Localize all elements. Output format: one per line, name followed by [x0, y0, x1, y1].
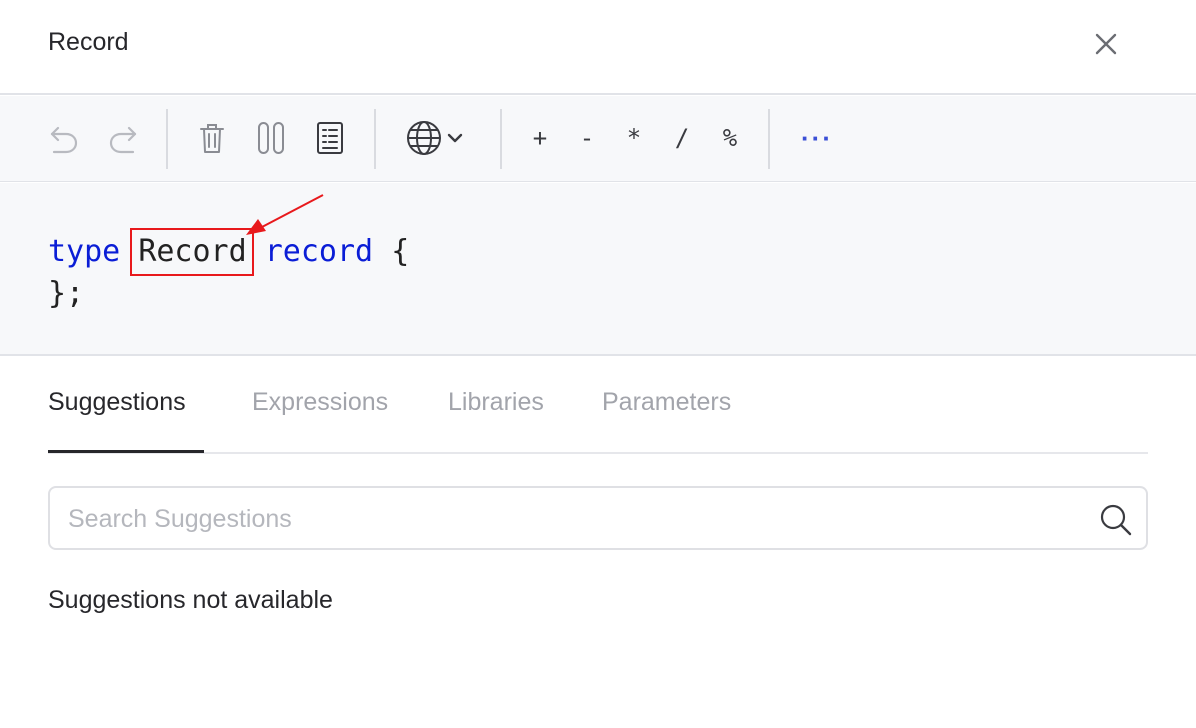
globe-icon: [407, 121, 441, 155]
tab-expressions[interactable]: Expressions: [252, 388, 388, 452]
more-options-button[interactable]: ···: [794, 116, 840, 160]
code-editor[interactable]: type Record record { };: [0, 183, 1196, 356]
search-box: [48, 486, 1148, 550]
annotation-arrow-icon: [246, 194, 324, 235]
active-tab-indicator: [48, 450, 204, 453]
delete-icon: [200, 124, 224, 153]
pause-button[interactable]: [251, 116, 291, 160]
toolbar-separator: [768, 109, 770, 169]
format-icon: [317, 122, 343, 154]
dialog-header: Record: [0, 0, 1196, 95]
language-dropdown[interactable]: [400, 116, 470, 160]
toolbar-separator: [374, 109, 376, 169]
chevron-down-icon: [447, 133, 463, 143]
pause-icon: [258, 122, 284, 154]
operator-modulo-button[interactable]: %: [712, 116, 748, 160]
operator-divide-button[interactable]: /: [664, 116, 700, 160]
tab-bar: Suggestions Expressions Libraries Parame…: [48, 388, 1148, 454]
redo-icon: [109, 126, 137, 154]
editor-toolbar: + - * / % ···: [0, 96, 1196, 182]
undo-icon: [50, 126, 78, 154]
delete-button[interactable]: [192, 116, 232, 160]
tab-suggestions[interactable]: Suggestions: [48, 388, 186, 452]
toolbar-separator: [500, 109, 502, 169]
operator-plus-button[interactable]: +: [522, 116, 558, 160]
code-brace: {: [391, 234, 410, 269]
undo-button[interactable]: [44, 116, 84, 160]
search-input[interactable]: [68, 500, 1068, 538]
redo-button[interactable]: [103, 116, 143, 160]
empty-state-message: Suggestions not available: [48, 586, 333, 614]
dialog-title: Record: [48, 28, 129, 56]
search-icon: [1100, 504, 1132, 536]
highlight-box: [130, 228, 254, 276]
search-button[interactable]: [1098, 502, 1134, 538]
close-icon: [1095, 33, 1117, 55]
code-line-2: };: [48, 276, 85, 311]
format-button[interactable]: [310, 116, 350, 160]
toolbar-separator: [166, 109, 168, 169]
close-button[interactable]: [1088, 26, 1124, 62]
code-keyword: type: [48, 234, 121, 269]
operator-multiply-button[interactable]: *: [616, 116, 652, 160]
tab-libraries[interactable]: Libraries: [448, 388, 544, 452]
operator-minus-button[interactable]: -: [569, 116, 605, 160]
tab-parameters[interactable]: Parameters: [602, 388, 731, 452]
